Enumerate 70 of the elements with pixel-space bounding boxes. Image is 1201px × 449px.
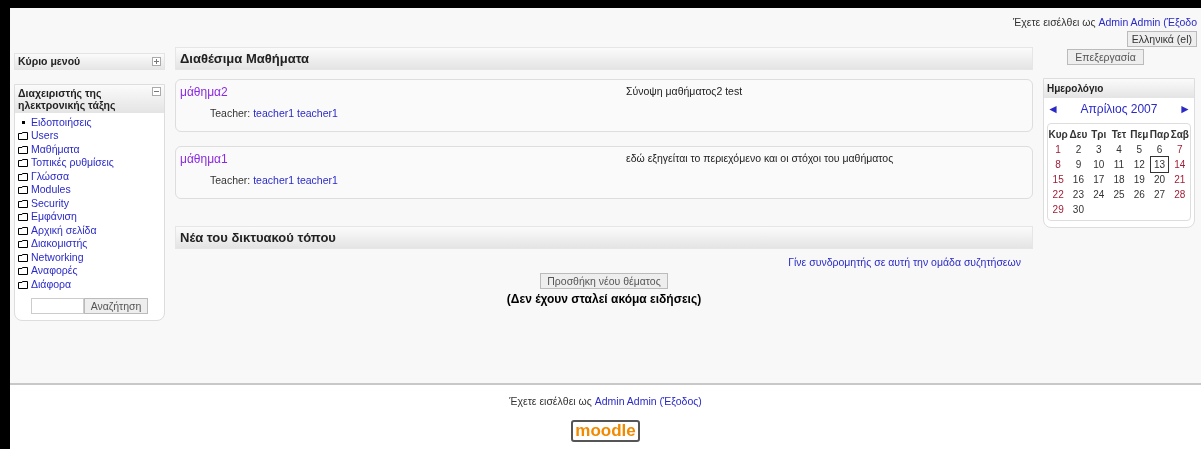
calendar-day[interactable]: 6 [1156,142,1163,157]
calendar-day[interactable]: 11 [1113,157,1125,172]
weekday-label: Δευ [1068,128,1089,142]
calendar-day[interactable]: 26 [1133,187,1145,202]
no-news-message: (Δεν έχουν σταλεί ακόμα ειδήσεις) [506,290,702,308]
calendar-day[interactable]: 8 [1055,157,1061,172]
block-title: Κύριο μενού [18,53,81,69]
bullet-icon [21,121,25,125]
previous-month-link[interactable]: ◄ [1047,100,1059,118]
calendar-day[interactable]: 30 [1072,202,1084,217]
calendar-day[interactable]: 17 [1093,172,1105,187]
calendar-day[interactable]: 29 [1052,202,1064,217]
calendar-day[interactable]: 5 [1136,142,1143,157]
block-title: Ημερολόγιο [1047,83,1104,94]
calendar-day[interactable]: 18 [1113,172,1125,187]
subscribe-link[interactable]: Γίνε συνδρομητής σε αυτή την ομάδα συζητήσεων [788,255,1021,271]
calendar-day[interactable]: 3 [1095,142,1102,157]
search-field[interactable] [30,297,84,314]
calendar-day[interactable]: 2 [1075,142,1082,157]
calendar-day[interactable]: 21 [1174,172,1186,187]
calendar-day[interactable]: 23 [1072,187,1084,202]
calendar-day[interactable]: 4 [1116,142,1122,157]
weekday-label: Σαβ [1169,128,1190,142]
footer-login-info: Έχετε εισέλθει ως Admin Admin (Έξοδος) [509,394,702,409]
language-select[interactable]: Ελληνικά (el) [1126,31,1197,47]
month-title: Απρίλιος 2007 [1080,101,1158,118]
teacher-link[interactable]: teacher1 teacher1 [253,174,338,186]
admin-menu-link[interactable]: Ειδοποιήσεις [31,114,92,131]
course-link[interactable]: μάθημα1 [180,152,228,166]
add-topic-button[interactable]: Προσθήκη νέου θέματος [540,272,668,289]
weekday-label: Πεμ [1129,128,1150,142]
collapse-icon[interactable] [152,87,161,96]
calendar-day[interactable]: 13 [1150,156,1170,173]
login-info: Έχετε εισέλθει ως Admin Admin (Έξοδο [1012,15,1197,31]
block-title: Διαχειριστής της ηλεκτρονικής τάξης [18,87,117,111]
teacher-link[interactable]: teacher1 teacher1 [253,107,338,119]
calendar-day[interactable]: 1 [1055,142,1061,157]
news-header: Νέα του δικτυακού τόπου [175,226,1033,249]
teacher-label: Teacher: [210,107,251,119]
logout-link[interactable]: (Έξοδο [1163,16,1197,29]
expand-icon[interactable] [152,57,161,66]
courses-header: Διαθέσιμα Μαθήματα [175,47,1033,70]
calendar-day[interactable]: 19 [1133,172,1145,187]
teacher-label: Teacher: [210,174,251,186]
user-link[interactable]: Admin Admin [594,395,657,407]
calendar-day[interactable]: 10 [1093,157,1105,172]
calendar-day[interactable]: 22 [1052,187,1064,202]
calendar-day[interactable]: 16 [1072,172,1084,187]
weekday-label: Κυρ [1048,128,1069,142]
calendar-day[interactable]: 15 [1052,172,1064,187]
search-button[interactable]: Αναζήτηση [83,297,149,314]
calendar-day[interactable]: 24 [1093,187,1105,202]
calendar-day[interactable]: 7 [1177,142,1183,157]
weekday-label: Τρι [1090,128,1108,142]
calendar-day[interactable]: 20 [1154,172,1166,187]
user-link[interactable]: Admin Admin [1098,16,1161,29]
course-summary: Σύνοψη μαθήματος2 test [626,84,743,99]
course-link[interactable]: μάθημα2 [180,85,228,99]
weekday-label: Παρ [1149,128,1170,142]
weekday-label: Τετ [1110,128,1128,142]
calendar-day[interactable]: 12 [1133,157,1145,172]
next-month-link[interactable]: ► [1179,100,1191,118]
calendar-day[interactable]: 14 [1174,157,1186,172]
edit-button[interactable]: Επεξεργασία [1067,49,1144,65]
calendar-day[interactable]: 28 [1174,187,1186,202]
calendar-day[interactable]: 25 [1113,187,1125,202]
calendar-day[interactable]: 27 [1154,187,1166,202]
course-summary: εδώ εξηγείται το περιεχόμενο και οι στόχοι του μαθήματος [626,151,894,166]
calendar-day[interactable]: 9 [1075,157,1082,172]
logout-link[interactable]: (Έξοδος) [659,395,702,407]
